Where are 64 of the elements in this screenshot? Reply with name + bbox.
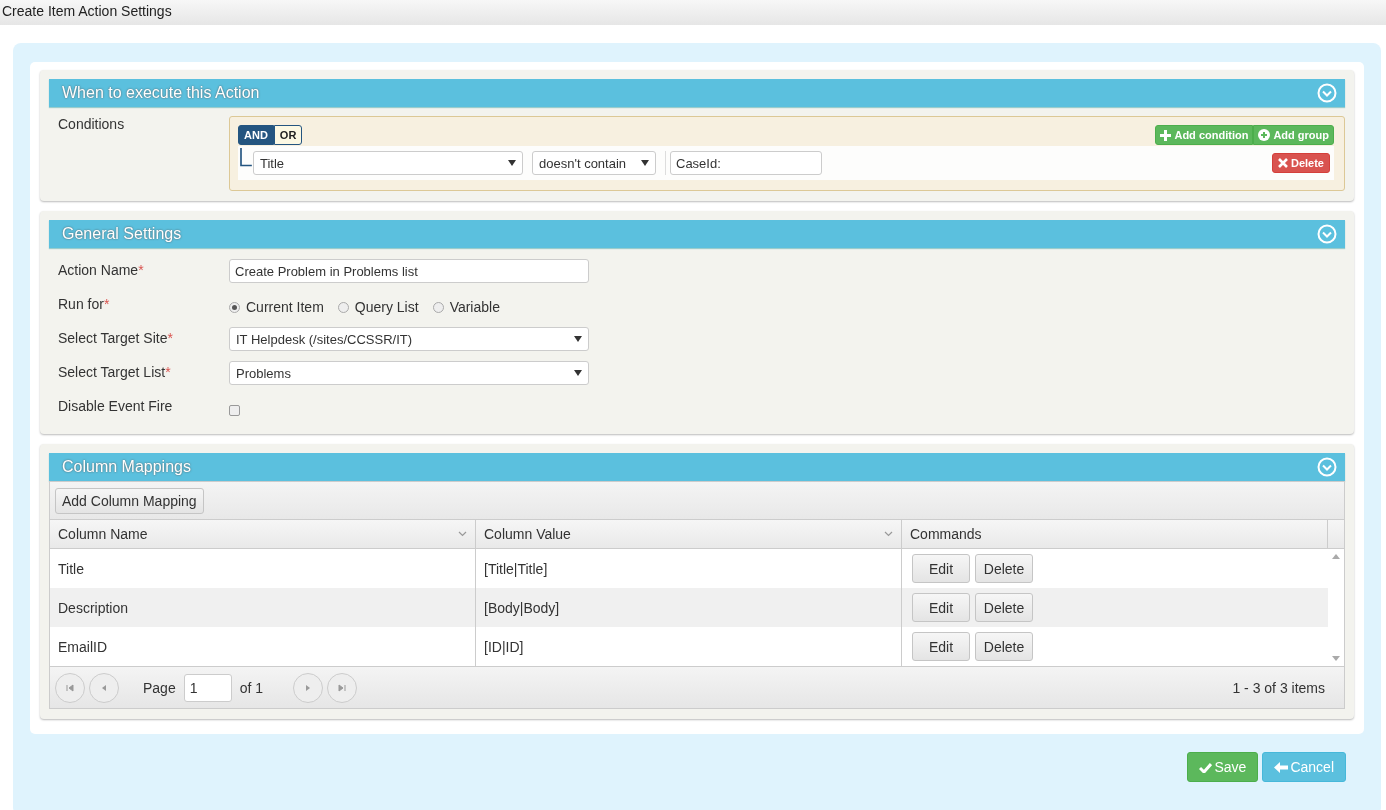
page-count: of 1 — [239, 679, 264, 696]
page-field[interactable]: 1 — [183, 673, 232, 702]
collapse-icon — [1317, 457, 1337, 477]
checkbox[interactable] — [229, 404, 240, 416]
caret-icon — [574, 336, 582, 342]
close-icon — [1277, 158, 1288, 168]
items-summary: 1 - 3 of 3 items — [1232, 679, 1325, 696]
select-field[interactable]: IT Helpdesk (/sites/CCSSR/IT) — [229, 327, 589, 351]
scroll-down-icon — [1332, 656, 1340, 661]
collapse-icon — [1317, 224, 1337, 244]
radio-option[interactable]: Variable — [432, 299, 500, 315]
table-cell: EmailID — [50, 627, 476, 666]
field-label: Conditions — [57, 116, 126, 132]
logic-toggle[interactable]: OR — [273, 125, 303, 145]
caret-icon — [508, 160, 516, 166]
table-cell: Title — [50, 549, 476, 588]
delete-button[interactable]: Delete — [975, 593, 1033, 622]
caret-icon — [641, 160, 649, 166]
next-page-button[interactable] — [293, 672, 324, 703]
check-icon — [1199, 761, 1213, 773]
edit-button[interactable]: Edit — [912, 593, 970, 622]
column-header[interactable]: Column Value — [476, 520, 902, 549]
text-field[interactable]: Create Problem in Problems list — [229, 259, 589, 283]
plus-icon — [1160, 129, 1172, 141]
section-title: General Settings — [62, 225, 182, 243]
window-title: Create Item Action Settings — [0, 0, 1386, 25]
field-label: Select Target Site* — [57, 329, 174, 346]
add-mapping-button[interactable]: Add Column Mapping — [55, 487, 204, 514]
scroll-up-icon — [1332, 554, 1340, 559]
collapse-icon — [1317, 83, 1337, 103]
delete-button[interactable]: Delete — [1271, 153, 1330, 173]
operator-select[interactable]: doesn't contain — [532, 151, 656, 175]
section-title: Column Mappings — [62, 458, 191, 476]
field-label: Disable Event Fire — [57, 397, 174, 414]
last-page-button[interactable] — [327, 672, 358, 703]
previous-page-button[interactable] — [89, 672, 119, 703]
section-title: When to execute this Action — [62, 84, 260, 102]
radio-option[interactable]: Query List — [337, 299, 419, 315]
radio-option[interactable]: Current Item — [229, 299, 324, 315]
field-label: Run for* — [57, 295, 111, 312]
first-page-icon — [66, 683, 74, 692]
caret-icon — [574, 370, 582, 376]
value-field[interactable]: CaseId: — [670, 151, 822, 175]
column-header[interactable]: Commands — [902, 520, 1328, 549]
last-page-icon — [338, 683, 347, 692]
field-label: Select Target List* — [57, 363, 172, 380]
select-field[interactable]: Problems — [229, 361, 589, 385]
previous-page-icon — [100, 683, 108, 692]
arrow-left-icon — [1274, 761, 1289, 773]
table-cell: [ID|ID] — [476, 627, 902, 666]
logic-toggle[interactable]: AND — [238, 125, 274, 145]
delete-button[interactable]: Delete — [975, 632, 1033, 661]
page-label: Page — [143, 679, 176, 696]
edit-button[interactable]: Edit — [912, 632, 970, 661]
column-header[interactable]: Column Name — [50, 520, 476, 549]
edit-button[interactable]: Edit — [912, 554, 970, 583]
field-label: Action Name* — [57, 261, 145, 278]
connector-line — [239, 148, 253, 168]
delete-button[interactable]: Delete — [975, 554, 1033, 583]
first-page-button[interactable] — [55, 672, 85, 703]
scrollbar[interactable] — [1328, 549, 1344, 666]
table-cell: [Title|Title] — [476, 549, 902, 588]
field-select[interactable]: Title — [253, 151, 523, 175]
plus-circle-icon — [1258, 129, 1271, 141]
